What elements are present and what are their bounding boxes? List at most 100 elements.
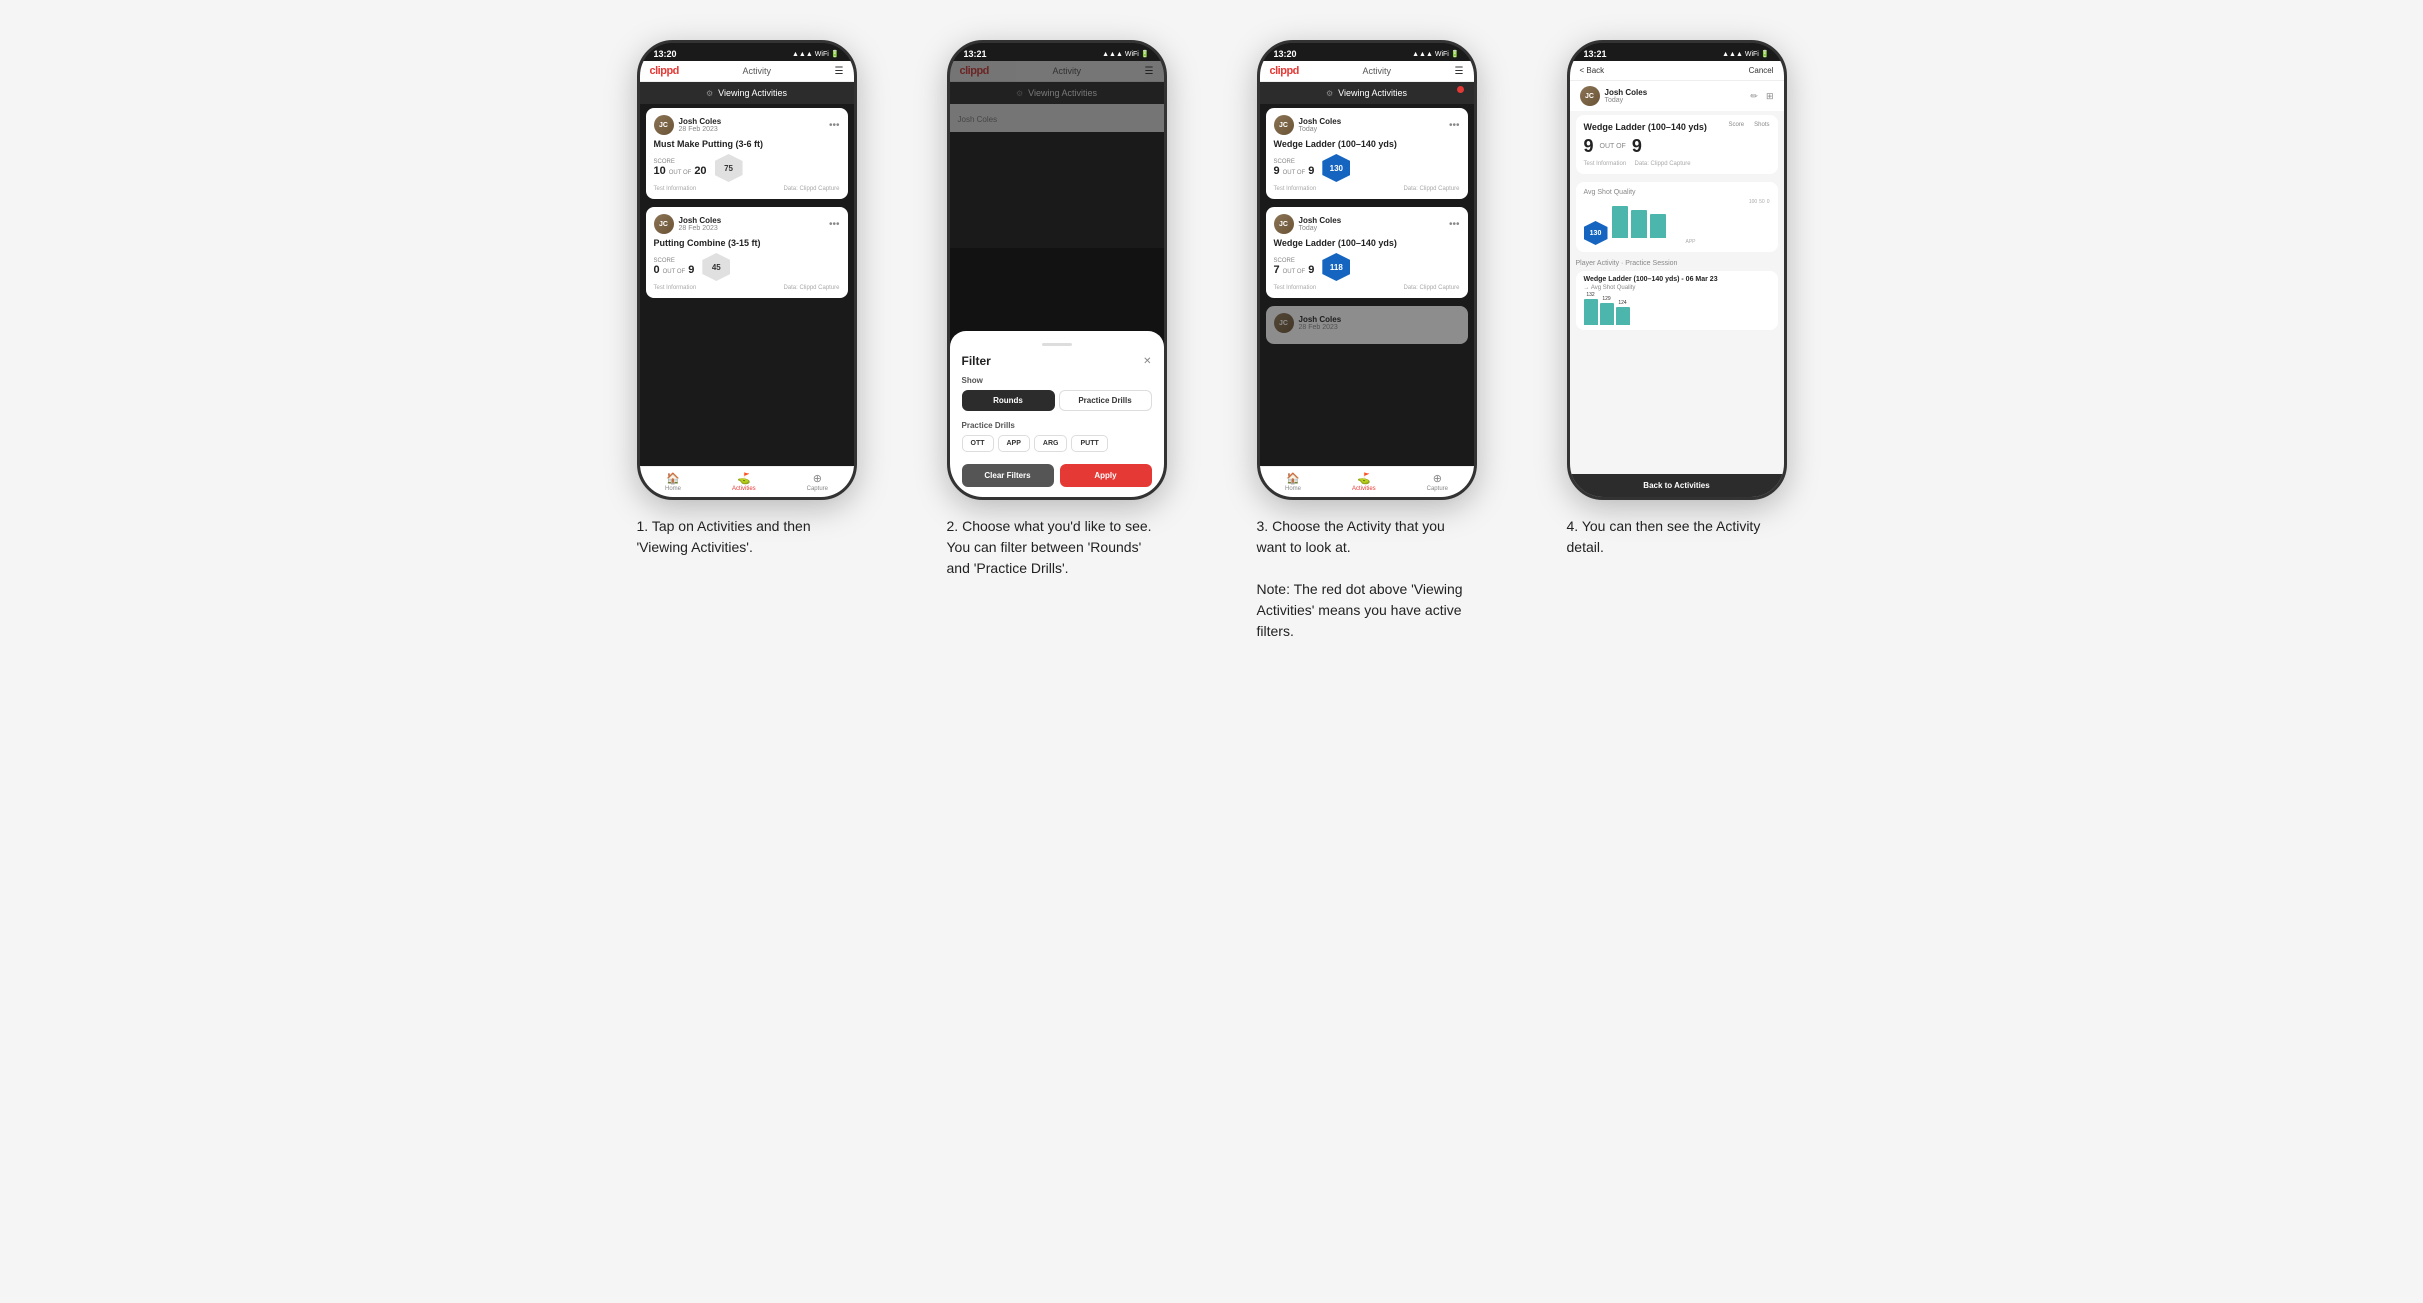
card-header-1-1: JC Josh Coles 28 Feb 2023 •••: [654, 115, 840, 135]
tab-practice-drills[interactable]: Practice Drills: [1059, 390, 1152, 411]
nav-home-3[interactable]: 🏠 Home: [1285, 472, 1301, 492]
expand-icon[interactable]: ⊞: [1766, 91, 1774, 102]
card-stats-1-2: Score 0 OUT OF 9 45: [654, 253, 840, 281]
app-title-1: Activity: [742, 66, 771, 76]
activities-icon-3: ⛳: [1357, 472, 1371, 485]
dots-menu-3-1[interactable]: •••: [1449, 120, 1460, 131]
activity-card-3-1[interactable]: JC Josh Coles Today ••• Wedge Ladder (10…: [1266, 108, 1468, 199]
session-card-4[interactable]: Wedge Ladder (100–140 yds) - 06 Mar 23 →…: [1576, 271, 1778, 330]
activity-card-1-1[interactable]: JC Josh Coles 28 Feb 2023 ••• Must Make …: [646, 108, 848, 199]
back-button[interactable]: < Back: [1580, 66, 1605, 75]
detail-title-row: Wedge Ladder (100–140 yds) Score Shots: [1584, 122, 1770, 132]
phone-3: 13:20 ▲▲▲ WiFi 🔋 clippd Activity ☰ ⚙ Vie…: [1257, 40, 1477, 500]
avatar-1-1: JC: [654, 115, 674, 135]
detail-header-4: < Back Cancel: [1570, 61, 1784, 81]
notch-1: [712, 43, 782, 59]
tab-rounds[interactable]: Rounds: [962, 390, 1055, 411]
chart-area: 100 50 0 APP: [1612, 199, 1770, 245]
ghost-user-row: Josh Coles: [950, 104, 1164, 132]
session-chart-mini-4: 132 129 124: [1584, 295, 1770, 325]
app-header-3: clippd Activity ☰: [1260, 61, 1474, 82]
home-label-1: Home: [665, 486, 681, 492]
app-header-2: clippd Activity ☰: [950, 61, 1164, 82]
notch-4: [1642, 43, 1712, 59]
status-icons-1: ▲▲▲ WiFi 🔋: [792, 50, 840, 58]
user-name-3-2: Josh Coles: [1299, 216, 1342, 225]
footer-right-1-1: Data: Clippd Capture: [783, 186, 839, 192]
menu-3[interactable]: ☰: [1455, 66, 1464, 77]
capture-label-3: Capture: [1427, 486, 1448, 492]
dots-menu-1-2[interactable]: •••: [829, 219, 840, 230]
score-val-1-1: 10: [654, 165, 666, 177]
chip-arg[interactable]: ARG: [1034, 435, 1068, 452]
nav-activities-1[interactable]: ⛳ Activities: [732, 472, 756, 492]
chip-ott[interactable]: OTT: [962, 435, 994, 452]
caption-3: 3. Choose the Activity that you want to …: [1257, 516, 1477, 642]
user-info-3-2: Josh Coles Today: [1299, 216, 1342, 232]
user-date-3-2: Today: [1299, 225, 1342, 232]
chart-container-4: Avg Shot Quality 130 100 50 0: [1576, 182, 1778, 252]
nav-capture-3[interactable]: ⊕ Capture: [1427, 472, 1448, 492]
nav-capture-1[interactable]: ⊕ Capture: [807, 472, 828, 492]
red-dot-3: [1457, 86, 1464, 93]
viewing-banner-3[interactable]: ⚙ Viewing Activities: [1260, 82, 1474, 104]
shots-val-3-1: 9: [1308, 165, 1314, 177]
app-title-2: Activity: [1052, 66, 1081, 76]
phone-screen-2: ⚙ Viewing Activities Josh Coles Filter ✕: [950, 82, 1164, 497]
bottom-nav-3: 🏠 Home ⛳ Activities ⊕ Capture: [1260, 466, 1474, 497]
apply-button[interactable]: Apply: [1060, 464, 1152, 487]
bar-4-2: [1631, 210, 1647, 238]
cancel-button[interactable]: Cancel: [1749, 66, 1774, 75]
dots-menu-3-2[interactable]: •••: [1449, 219, 1460, 230]
mini-bar-3: [1616, 307, 1630, 325]
menu-1[interactable]: ☰: [835, 66, 844, 77]
user-name-3-3: Josh Coles: [1299, 315, 1342, 324]
chart-title-4: Avg Shot Quality: [1584, 189, 1770, 196]
detail-content-4: JC Josh Coles Today ✏ ⊞ We: [1570, 81, 1784, 497]
edit-icon[interactable]: ✏: [1750, 91, 1758, 102]
app-header-1: clippd Activity ☰: [640, 61, 854, 82]
detail-title: Wedge Ladder (100–140 yds): [1584, 122, 1729, 132]
viewing-banner-1[interactable]: ⚙ Viewing Activities: [640, 82, 854, 104]
footer-left-1-1: Test Information: [654, 186, 697, 192]
mini-bar-2: [1600, 303, 1614, 325]
card-user-3-1: JC Josh Coles Today: [1274, 115, 1342, 135]
card-footer-1-2: Test Information Data: Clippd Capture: [654, 285, 840, 291]
banner-text-3: Viewing Activities: [1338, 88, 1407, 98]
capture-icon-1: ⊕: [813, 472, 822, 485]
nav-home-1[interactable]: 🏠 Home: [665, 472, 681, 492]
activity-card-3-2[interactable]: JC Josh Coles Today ••• Wedge Ladder (10…: [1266, 207, 1468, 298]
user-info-3-3: Josh Coles 28 Feb 2023: [1299, 315, 1342, 331]
detail-user-row-4: JC Josh Coles Today ✏ ⊞: [1570, 81, 1784, 111]
banner-icon-3: ⚙: [1326, 89, 1333, 98]
logo-2: clippd: [960, 65, 989, 77]
card-footer-1-1: Test Information Data: Clippd Capture: [654, 186, 840, 192]
bars-container-4: [1612, 206, 1770, 238]
nav-activities-3[interactable]: ⛳ Activities: [1352, 472, 1376, 492]
chip-app[interactable]: APP: [998, 435, 1030, 452]
chip-putt[interactable]: PUTT: [1071, 435, 1107, 452]
card-title-3-2: Wedge Ladder (100–140 yds): [1274, 238, 1460, 248]
shots-val-1-2: 9: [688, 264, 694, 276]
activities-icon-1: ⛳: [737, 472, 751, 485]
dots-menu-1-1[interactable]: •••: [829, 120, 840, 131]
phone-1: 13:20 ▲▲▲ WiFi 🔋 clippd Activity ☰ ⚙ Vie…: [637, 40, 857, 500]
score-val-3-2: 7: [1274, 264, 1280, 276]
activities-label-3: Activities: [1352, 486, 1376, 492]
clear-filters-button[interactable]: Clear Filters: [962, 464, 1054, 487]
card-header-3-3: JC Josh Coles 28 Feb 2023: [1274, 313, 1460, 333]
user-date-4: Today: [1605, 97, 1648, 104]
back-to-activities-button[interactable]: Back to Activities: [1570, 474, 1784, 497]
big-score-4: 9: [1584, 136, 1594, 157]
menu-2[interactable]: ☰: [1145, 66, 1154, 77]
activity-card-1-2[interactable]: JC Josh Coles 28 Feb 2023 ••• Putting Co…: [646, 207, 848, 298]
user-info-4: Josh Coles Today: [1605, 88, 1648, 104]
session-label-4: Player Activity · Practice Session: [1576, 260, 1778, 267]
user-name-1-1: Josh Coles: [679, 117, 722, 126]
card-header-3-2: JC Josh Coles Today •••: [1274, 214, 1460, 234]
modal-close-icon[interactable]: ✕: [1143, 356, 1151, 367]
time-1: 13:20: [654, 49, 677, 59]
viewing-banner-2: ⚙ Viewing Activities: [950, 82, 1164, 104]
bar-label-4: APP: [1612, 239, 1770, 245]
activity-card-3-3[interactable]: JC Josh Coles 28 Feb 2023: [1266, 306, 1468, 344]
